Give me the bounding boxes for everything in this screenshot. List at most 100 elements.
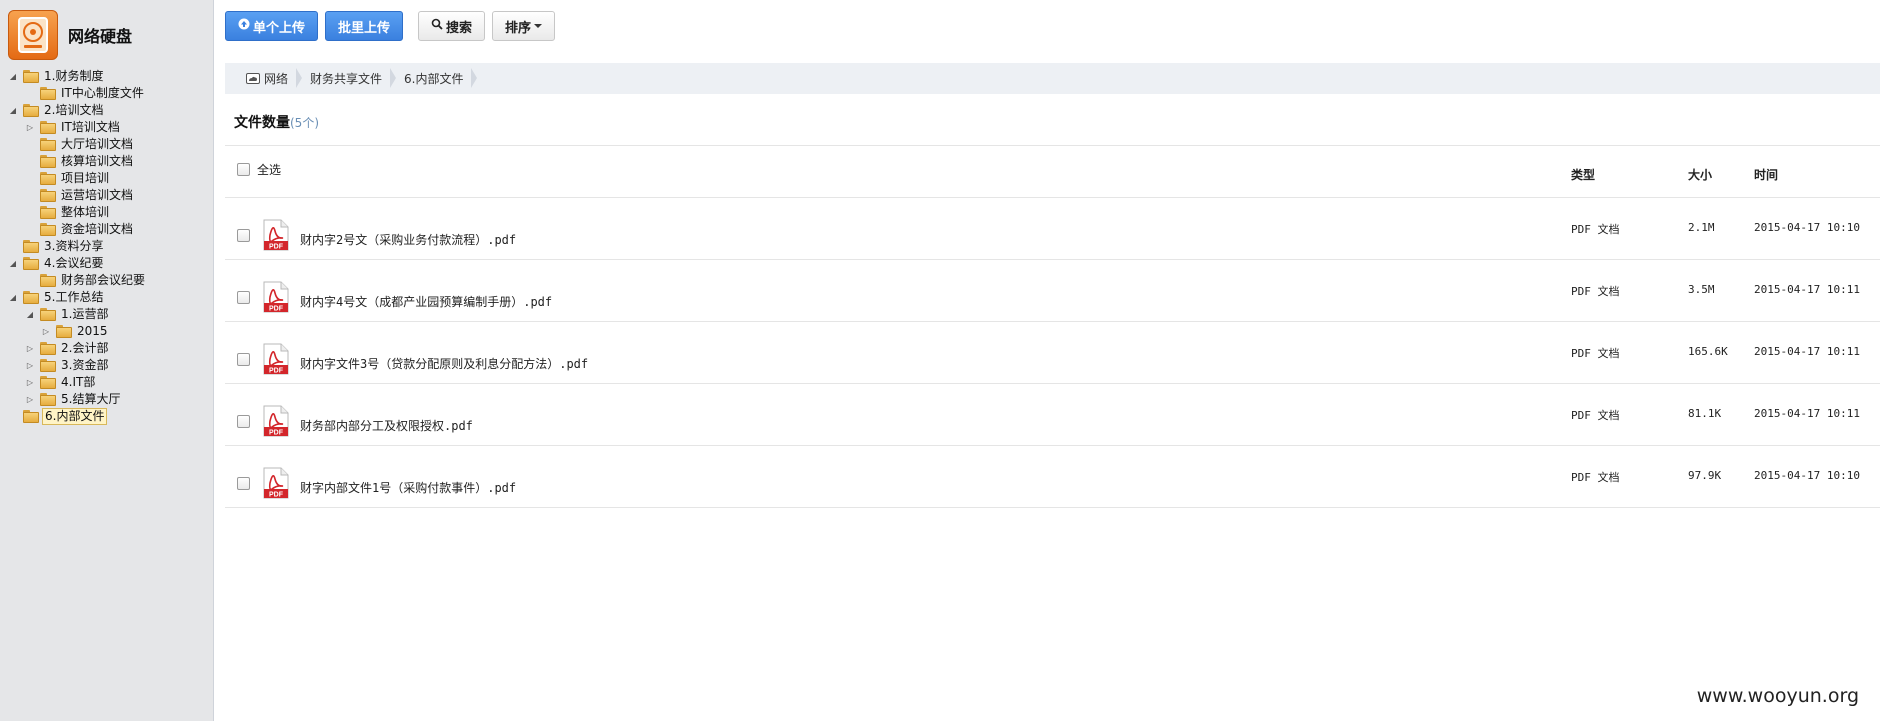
svg-text:PDF: PDF [269,430,284,437]
file-name[interactable]: 财内字4号文（成都产业园预算编制手册）.pdf [300,293,552,310]
file-name[interactable]: 财务部内部分工及权限授权.pdf [300,417,473,434]
tree-node[interactable]: ▷ 4.IT部 [0,374,214,391]
column-header-type[interactable]: 类型 [1571,166,1595,183]
tree-node[interactable]: ◢ 5.工作总结 [0,289,214,306]
column-header-time[interactable]: 时间 [1754,166,1778,183]
file-row[interactable]: PDF 财字内部文件1号（采购付款事件）.pdf PDF 文档 97.9K 2015-0… [225,445,1880,507]
hard-disk-icon [8,10,58,60]
breadcrumb-item-current[interactable]: 6.内部文件 [396,63,478,94]
file-name[interactable]: 财字内部文件1号（采购付款事件）.pdf [300,479,516,496]
file-row[interactable]: PDF 财务部内部分工及权限授权.pdf PDF 文档 81.1K 2015-04-17… [225,383,1880,445]
tree-node-label[interactable]: 4.会议纪要 [42,255,105,272]
tree-node[interactable]: 3.资料分享 [0,238,214,255]
file-checkbox[interactable] [237,291,250,304]
tree-node-label[interactable]: 6.内部文件 [42,408,108,425]
tree-node-label[interactable]: 5.结算大厅 [59,391,122,408]
file-type: PDF 文档 [1571,471,1620,484]
folder-icon [40,342,56,355]
tree-node[interactable]: ◢ 1.财务制度 [0,68,214,85]
collapsed-arrow-icon[interactable]: ▷ [25,340,35,357]
breadcrumb-label: 网络 [264,72,289,86]
folder-icon [40,87,56,100]
file-time: 2015-04-17 10:11 [1754,345,1860,358]
file-size: 81.1K [1688,407,1722,420]
file-count-value: (5个) [290,116,319,130]
tree-node-label[interactable]: 财务部会议纪要 [59,272,147,289]
file-row[interactable]: PDF 财内字4号文（成都产业园预算编制手册）.pdf PDF 文档 3.5M 2015… [225,259,1880,321]
svg-text:PDF: PDF [269,492,284,499]
pdf-file-icon: PDF [263,219,289,251]
sort-dropdown[interactable]: 排序 [492,11,556,41]
column-header-size[interactable]: 大小 [1688,166,1712,183]
expanded-arrow-icon[interactable]: ◢ [8,289,18,306]
single-upload-button[interactable]: 单个上传 [225,11,319,41]
tree-node[interactable]: ▷ 5.结算大厅 [0,391,214,408]
tree-node-label[interactable]: IT培训文档 [59,119,122,136]
file-checkbox[interactable] [237,229,250,242]
collapsed-arrow-icon[interactable]: ▷ [25,374,35,391]
tree-node-label[interactable]: 1.财务制度 [42,68,105,85]
folder-icon [56,325,72,338]
file-checkbox[interactable] [237,415,250,428]
file-name[interactable]: 财内字文件3号（贷款分配原则及利息分配方法）.pdf [300,355,588,372]
file-size: 97.9K [1688,469,1722,482]
tree-node[interactable]: 核算培训文档 [0,153,214,170]
brand: 网络硬盘 [8,10,132,60]
expanded-arrow-icon[interactable]: ◢ [8,102,18,119]
tree-node-label[interactable]: 整体培训 [59,204,111,221]
tree-node-label[interactable]: 1.运营部 [59,306,110,323]
tree-node[interactable]: 大厅培训文档 [0,136,214,153]
tree-node[interactable]: 项目培训 [0,170,214,187]
tree-node-label[interactable]: 2.培训文档 [42,102,105,119]
tree-node-label[interactable]: 2.会计部 [59,340,110,357]
tree-node-label[interactable]: 4.IT部 [59,374,97,391]
tree-node[interactable]: ▷ 3.资金部 [0,357,214,374]
collapsed-arrow-icon[interactable]: ▷ [25,391,35,408]
file-row[interactable]: PDF 财内字2号文（采购业务付款流程）.pdf PDF 文档 2.1M 2015-04… [225,197,1880,259]
file-type: PDF 文档 [1571,285,1620,298]
breadcrumb-item-shared[interactable]: 财务共享文件 [302,63,397,94]
tree-node-label[interactable]: 2015 [75,323,110,340]
tree-node-label[interactable]: 5.工作总结 [42,289,105,306]
collapsed-arrow-icon[interactable]: ▷ [41,323,51,340]
file-row[interactable]: PDF 财内字文件3号（贷款分配原则及利息分配方法）.pdf PDF 文档 165.6… [225,321,1880,383]
tree-node[interactable]: 财务部会议纪要 [0,272,214,289]
file-checkbox[interactable] [237,477,250,490]
tree-node-label[interactable]: 资金培训文档 [59,221,135,238]
expanded-arrow-icon[interactable]: ◢ [8,255,18,272]
file-time: 2015-04-17 10:10 [1754,221,1860,234]
tree-node-label[interactable]: 大厅培训文档 [59,136,135,153]
expanded-arrow-icon[interactable]: ◢ [25,306,35,323]
tree-node[interactable]: 资金培训文档 [0,221,214,238]
breadcrumb-item-network[interactable]: 网络 [225,63,303,94]
tree-node[interactable]: ◢ 1.运营部 [0,306,214,323]
tree-node-label[interactable]: 3.资料分享 [42,238,105,255]
collapsed-arrow-icon[interactable]: ▷ [25,357,35,374]
tree-node[interactable]: 6.内部文件 [0,408,214,425]
file-name[interactable]: 财内字2号文（采购业务付款流程）.pdf [300,231,516,248]
collapsed-arrow-icon[interactable]: ▷ [25,119,35,136]
tree-node-label[interactable]: IT中心制度文件 [59,85,146,102]
tree-node[interactable]: 运营培训文档 [0,187,214,204]
tree-node[interactable]: ▷ IT培训文档 [0,119,214,136]
expanded-arrow-icon[interactable]: ◢ [8,68,18,85]
tree-node[interactable]: ▷ 2.会计部 [0,340,214,357]
batch-upload-button[interactable]: 批里上传 [325,11,404,41]
folder-icon [40,393,56,406]
tree-node-label[interactable]: 核算培训文档 [59,153,135,170]
chevron-down-icon [534,24,543,28]
tree-node[interactable]: ◢ 2.培训文档 [0,102,214,119]
tree-node-label[interactable]: 项目培训 [59,170,111,187]
tree-node[interactable]: 整体培训 [0,204,214,221]
tree-node[interactable]: ◢ 4.会议纪要 [0,255,214,272]
tree-node-label[interactable]: 3.资金部 [59,357,110,374]
file-type: PDF 文档 [1571,223,1620,236]
select-all-checkbox[interactable] [237,163,250,176]
folder-icon [40,223,56,236]
svg-text:PDF: PDF [269,244,284,251]
file-checkbox[interactable] [237,353,250,366]
tree-node[interactable]: ▷ 2015 [0,323,214,340]
tree-node[interactable]: IT中心制度文件 [0,85,214,102]
tree-node-label[interactable]: 运营培训文档 [59,187,135,204]
search-button[interactable]: 搜索 [418,11,486,41]
